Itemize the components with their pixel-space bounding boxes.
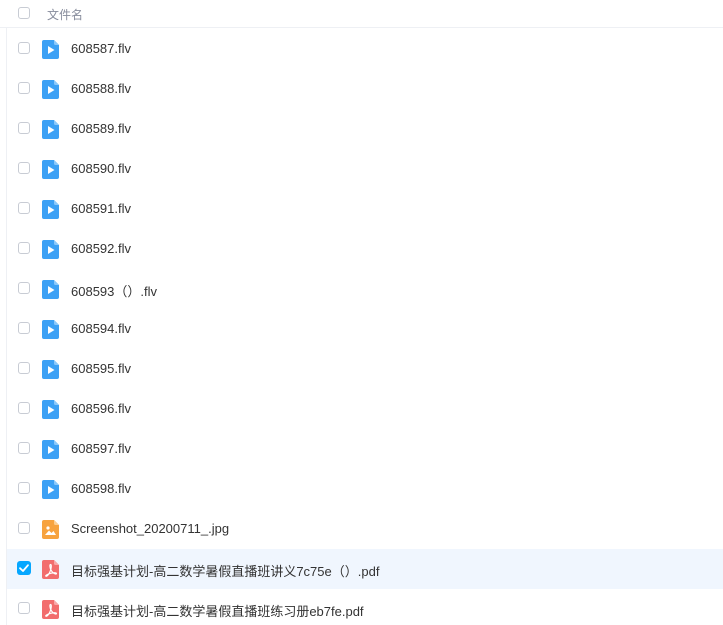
file-name-link[interactable]: 608590.flv: [71, 161, 131, 176]
file-name-link[interactable]: 608595.flv: [71, 361, 131, 376]
file-name-link[interactable]: 608588.flv: [71, 81, 131, 96]
file-name-link[interactable]: Screenshot_20200711_.jpg: [71, 521, 229, 536]
video-icon: [42, 160, 59, 179]
pdf-icon: [42, 600, 59, 619]
file-name-link[interactable]: 608596.flv: [71, 401, 131, 416]
file-name-link[interactable]: 608594.flv: [71, 321, 131, 336]
video-icon: [42, 120, 59, 139]
video-icon: [42, 400, 59, 419]
video-icon: [42, 360, 59, 379]
file-name-link[interactable]: 608593（）.flv: [71, 281, 157, 300]
file-name-link[interactable]: 608597.flv: [71, 441, 131, 456]
list-header: 文件名: [0, 0, 723, 28]
image-icon: [42, 520, 59, 539]
file-row[interactable]: Screenshot_20200711_.jpg: [7, 509, 723, 549]
video-icon: [42, 320, 59, 339]
file-row[interactable]: 目标强基计划-高二数学暑假直播班讲义7c75e（）.pdf: [7, 549, 723, 589]
file-list: 文件名 608587.flv 608588.flv 608589.flv 608590…: [0, 0, 723, 625]
file-name-link[interactable]: 608587.flv: [71, 41, 131, 56]
row-checkbox[interactable]: [18, 202, 30, 214]
file-row[interactable]: 608595.flv: [7, 349, 723, 389]
file-row[interactable]: 608591.flv: [7, 189, 723, 229]
video-icon: [42, 480, 59, 499]
row-checkbox[interactable]: [18, 162, 30, 174]
row-checkbox[interactable]: [18, 282, 30, 294]
file-row[interactable]: 608589.flv: [7, 109, 723, 149]
row-checkbox[interactable]: [18, 82, 30, 94]
file-row[interactable]: 目标强基计划-高二数学暑假直播班练习册eb7fe.pdf: [7, 589, 723, 625]
video-icon: [42, 80, 59, 99]
file-row[interactable]: 608596.flv: [7, 389, 723, 429]
pdf-icon: [42, 560, 59, 579]
row-checkbox[interactable]: [18, 362, 30, 374]
file-name-link[interactable]: 608591.flv: [71, 201, 131, 216]
file-row[interactable]: 608587.flv: [7, 29, 723, 69]
row-checkbox[interactable]: [18, 322, 30, 334]
file-row[interactable]: 608594.flv: [7, 309, 723, 349]
file-name-link[interactable]: 608598.flv: [71, 481, 131, 496]
file-row[interactable]: 608598.flv: [7, 469, 723, 509]
row-checkbox[interactable]: [18, 242, 30, 254]
video-icon: [42, 40, 59, 59]
video-icon: [42, 200, 59, 219]
video-icon: [42, 240, 59, 259]
file-name-link[interactable]: 目标强基计划-高二数学暑假直播班讲义7c75e（）.pdf: [71, 561, 379, 580]
video-icon: [42, 280, 59, 299]
row-checkbox[interactable]: [18, 122, 30, 134]
select-all-checkbox[interactable]: [18, 7, 30, 19]
row-checkbox-checked[interactable]: [17, 561, 31, 575]
filename-column-header[interactable]: 文件名: [47, 6, 83, 23]
row-checkbox[interactable]: [18, 482, 30, 494]
file-name-link[interactable]: 目标强基计划-高二数学暑假直播班练习册eb7fe.pdf: [71, 601, 364, 620]
file-row[interactable]: 608590.flv: [7, 149, 723, 189]
file-name-link[interactable]: 608592.flv: [71, 241, 131, 256]
file-name-link[interactable]: 608589.flv: [71, 121, 131, 136]
file-row[interactable]: 608597.flv: [7, 429, 723, 469]
file-row[interactable]: 608593（）.flv: [7, 269, 723, 309]
row-checkbox[interactable]: [18, 522, 30, 534]
row-checkbox[interactable]: [18, 602, 30, 614]
row-checkbox[interactable]: [18, 42, 30, 54]
row-checkbox[interactable]: [18, 402, 30, 414]
row-checkbox[interactable]: [18, 442, 30, 454]
file-row[interactable]: 608592.flv: [7, 229, 723, 269]
file-row[interactable]: 608588.flv: [7, 69, 723, 109]
video-icon: [42, 440, 59, 459]
